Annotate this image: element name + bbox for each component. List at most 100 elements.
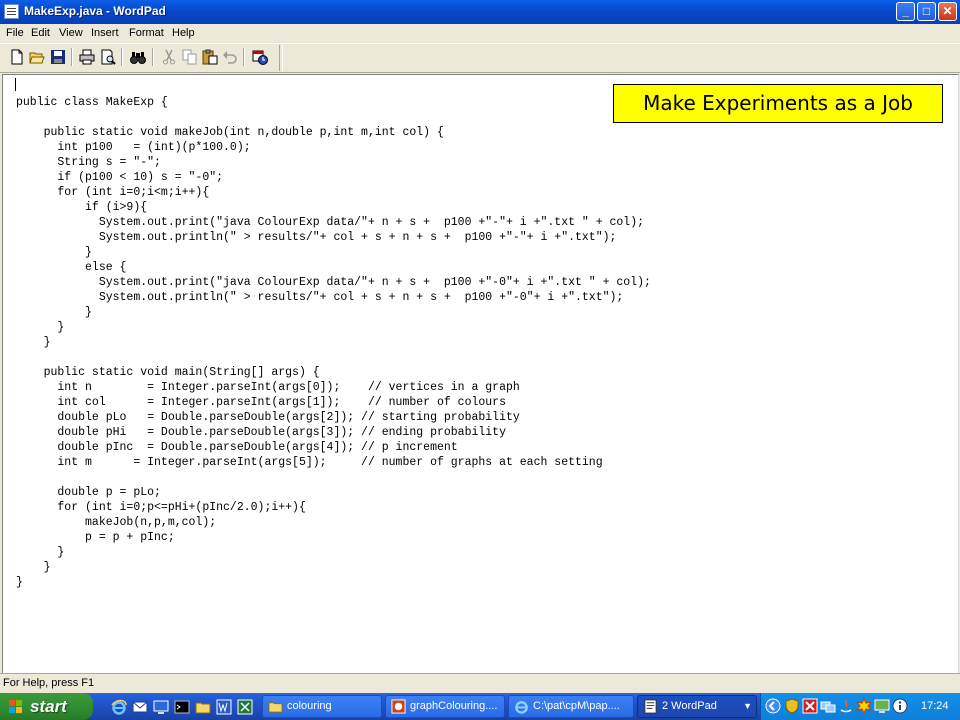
excel-icon[interactable] [237,699,253,715]
display-settings-icon[interactable] [874,698,890,714]
code-line[interactable]: int p100 = (int)(p*100.0); [16,140,651,155]
menu-help[interactable]: Help [172,27,195,39]
outlook-express-icon[interactable] [132,699,148,715]
code-line[interactable]: System.out.println(" > results/"+ col + … [16,290,651,305]
folder-icon[interactable] [195,699,211,715]
antivirus-icon[interactable] [802,698,818,714]
code-line[interactable]: else { [16,260,651,275]
toolbar [0,43,960,73]
taskbar-item-browser[interactable]: C:\pat\cpM\pap.... [508,695,634,718]
minimize-button[interactable]: _ [896,2,915,21]
code-line[interactable]: p = p + pInc; [16,530,651,545]
task-group-arrow-icon[interactable]: ▼ [743,696,752,717]
code-line[interactable]: System.out.print("java ColourExp data/"+… [16,275,651,290]
folder-icon [268,699,283,714]
code-line[interactable]: for (int i=0;p<=pHi+(pInc/2.0);i++){ [16,500,651,515]
code-line[interactable]: double pInc = Double.parseDouble(args[4]… [16,440,651,455]
menu-view[interactable]: View [59,27,83,39]
code-line[interactable]: int m = Integer.parseInt(args[5]); // nu… [16,455,651,470]
code-line[interactable]: } [16,560,651,575]
document-area[interactable]: public class MakeExp { public static voi… [2,74,959,674]
code-line[interactable]: } [16,575,651,590]
save-icon[interactable] [50,49,66,65]
code-line[interactable]: String s = "-"; [16,155,651,170]
maximize-button[interactable]: □ [917,2,936,21]
internet-explorer-icon [514,699,529,714]
code-line[interactable]: double p = pLo; [16,485,651,500]
paste-icon[interactable] [202,49,218,65]
copy-icon[interactable] [182,49,198,65]
wordpad-icon [643,699,658,714]
task-label: C:\pat\cpM\pap.... [533,700,620,712]
code-line[interactable]: } [16,545,651,560]
toolbar-grip [279,45,283,71]
network-icon[interactable] [820,698,836,714]
powerpoint-icon [391,699,406,714]
tray-collapse-icon[interactable] [765,698,781,714]
java-icon[interactable] [838,698,854,714]
undo-icon[interactable] [222,49,238,65]
toolbar-separator [71,48,73,66]
code-line[interactable]: if (p100 < 10) s = "-0"; [16,170,651,185]
task-label: graphColouring.... [410,700,498,712]
code-line[interactable]: System.out.print("java ColourExp data/"+… [16,215,651,230]
code-line[interactable]: int n = Integer.parseInt(args[0]); // ve… [16,380,651,395]
wordpad-app-icon[interactable] [4,4,19,19]
date-time-icon[interactable] [252,49,268,65]
show-desktop-icon[interactable] [153,699,169,715]
code-line[interactable]: } [16,245,651,260]
cut-icon[interactable] [161,49,177,65]
code-line[interactable]: if (i>9){ [16,200,651,215]
window-title: MakeExp.java - WordPad [24,4,166,18]
code-line[interactable] [16,110,651,125]
text-caret [15,78,16,91]
title-bar[interactable]: MakeExp.java - WordPad _ □ ✕ [0,0,960,24]
toolbar-separator [243,48,245,66]
burst-icon[interactable] [856,698,872,714]
code-line[interactable]: for (int i=0;i<m;i++){ [16,185,651,200]
status-bar: For Help, press F1 [0,673,960,694]
code-line[interactable]: public static void makeJob(int n,double … [16,125,651,140]
code-line[interactable]: } [16,305,651,320]
code-line[interactable]: } [16,320,651,335]
start-button[interactable]: start [0,693,93,720]
menu-insert[interactable]: Insert [91,27,119,39]
code-line[interactable]: public class MakeExp { [16,95,651,110]
code-text[interactable]: public class MakeExp { public static voi… [16,95,651,590]
code-line[interactable] [16,470,651,485]
code-line[interactable]: double pHi = Double.parseDouble(args[3])… [16,425,651,440]
taskbar-item-wordpad[interactable]: 2 WordPad ▼ [637,695,757,718]
command-prompt-icon[interactable] [174,699,190,715]
print-icon[interactable] [79,49,95,65]
find-icon[interactable] [130,49,146,65]
code-line[interactable]: int col = Integer.parseInt(args[1]); // … [16,395,651,410]
taskbar-item-colouring[interactable]: colouring [262,695,382,718]
menu-edit[interactable]: Edit [31,27,50,39]
menu-bar: File Edit View Insert Format Help [0,24,960,42]
open-folder-icon[interactable] [29,49,45,65]
menu-file[interactable]: File [6,27,24,39]
status-text: For Help, press F1 [3,677,95,689]
code-line[interactable] [16,350,651,365]
toolbar-separator [121,48,123,66]
task-label: 2 WordPad [662,700,717,712]
clock[interactable]: 17:24 [921,700,949,712]
print-preview-icon[interactable] [100,49,116,65]
menu-format[interactable]: Format [129,27,164,39]
toolbar-separator [152,48,154,66]
code-line[interactable]: System.out.println(" > results/"+ col + … [16,230,651,245]
new-document-icon[interactable] [9,49,25,65]
code-line[interactable]: makeJob(n,p,m,col); [16,515,651,530]
security-shield-icon[interactable] [784,698,800,714]
callout-label: Make Experiments as a Job [613,84,943,123]
task-label: colouring [287,700,332,712]
code-line[interactable]: double pLo = Double.parseDouble(args[2])… [16,410,651,425]
system-tray: 17:24 [760,693,960,720]
code-line[interactable]: public static void main(String[] args) { [16,365,651,380]
code-line[interactable]: } [16,335,651,350]
info-icon[interactable] [892,698,908,714]
word-icon[interactable] [216,699,232,715]
internet-explorer-icon[interactable] [111,699,127,715]
taskbar-item-graphcolouring[interactable]: graphColouring.... [385,695,505,718]
close-button[interactable]: ✕ [938,2,957,21]
